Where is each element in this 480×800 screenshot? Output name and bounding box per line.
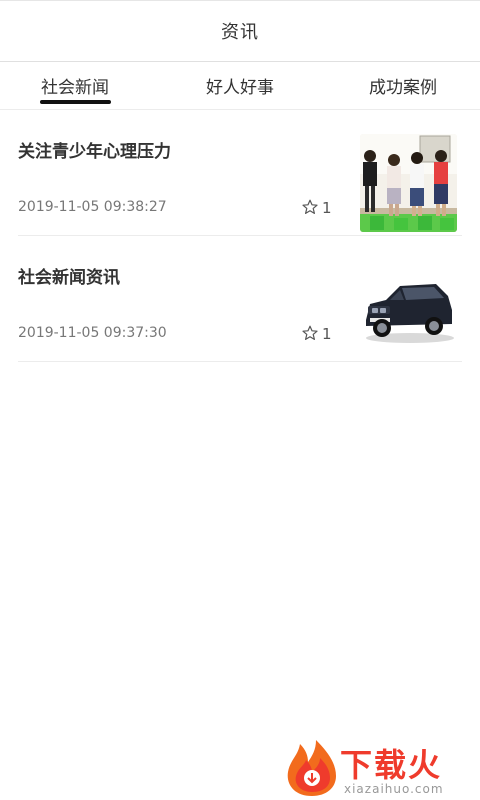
watermark-text: 下载火 [340,746,443,784]
page-title: 资讯 [221,22,259,43]
tab-good-deeds[interactable]: 好人好事 [185,62,295,109]
tab-success-cases[interactable]: 成功案例 [348,62,458,109]
news-timestamp: 2019-11-05 09:37:30 [18,325,167,341]
news-item[interactable]: 社会新闻资讯 2019-11-05 09:37:30 1 [18,236,462,362]
active-tab-indicator [40,100,111,104]
tab-label: 社会新闻 [41,78,109,98]
star-icon[interactable] [302,199,318,215]
page: 资讯 社会新闻 好人好事 成功案例 关注青少年心理压力 2019-11-05 0… [0,0,480,800]
favorite-count: 1 [322,325,332,343]
favorite-count: 1 [322,199,332,217]
tab-label: 好人好事 [206,78,274,98]
star-icon[interactable] [302,325,318,341]
news-list: 关注青少年心理压力 2019-11-05 09:38:27 1 社会新闻资讯 2… [18,110,462,362]
flame-logo-icon [287,740,336,796]
tab-bar: 社会新闻 好人好事 成功案例 [0,62,480,110]
news-title: 社会新闻资讯 [18,268,120,288]
news-timestamp: 2019-11-05 09:38:27 [18,199,167,215]
news-item[interactable]: 关注青少年心理压力 2019-11-05 09:38:27 1 [18,110,462,236]
tab-label: 成功案例 [369,78,437,98]
children-photo-icon[interactable] [360,134,457,232]
watermark-url: xiazaihuo.com [344,782,444,796]
news-title: 关注青少年心理压力 [18,142,171,162]
watermark: 下载火 xiazaihuo.com [282,736,480,800]
suv-car-photo-icon[interactable] [360,260,457,358]
top-bar: 资讯 [0,0,480,62]
